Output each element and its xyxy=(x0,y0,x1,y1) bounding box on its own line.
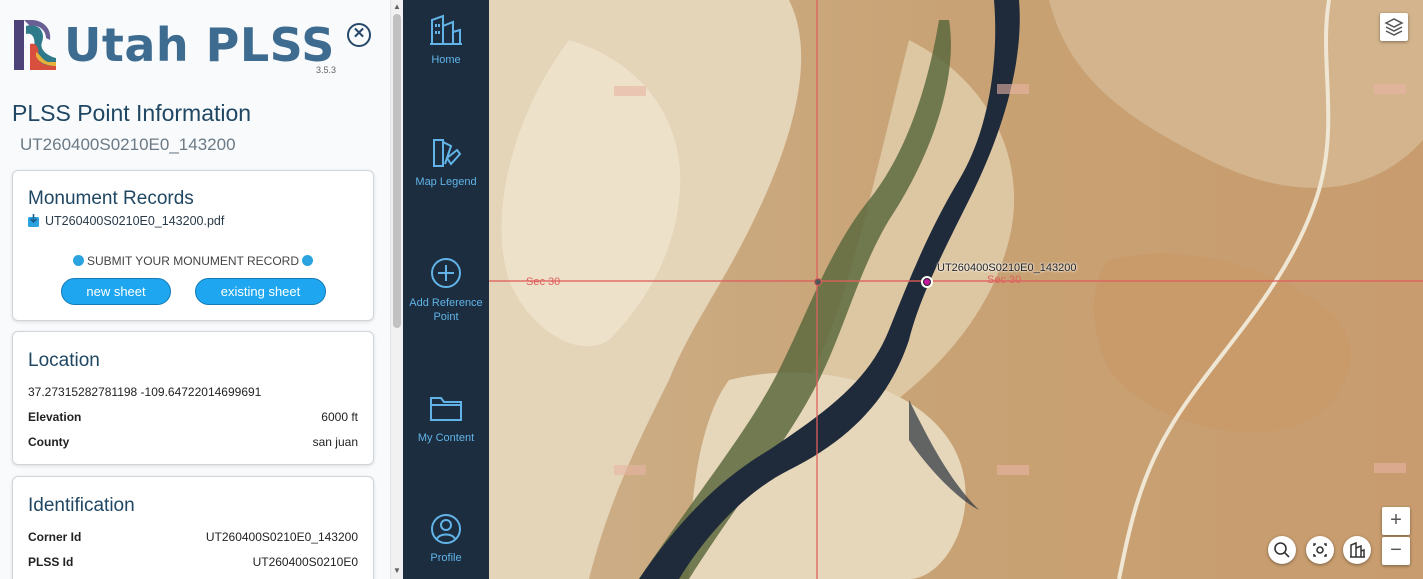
point-id: UT260400S0210E0_143200 xyxy=(20,135,236,154)
nav-my-content[interactable]: My Content xyxy=(403,392,489,444)
locate-button[interactable] xyxy=(1306,536,1334,564)
layers-icon xyxy=(1384,18,1404,36)
coordinates: 37.27315282781198 -109.64722014699691 xyxy=(28,385,358,399)
pdf-link[interactable]: UT260400S0210E0_143200.pdf xyxy=(28,214,224,228)
monument-records-title: Monument Records xyxy=(28,188,194,209)
pdf-filename: UT260400S0210E0_143200.pdf xyxy=(45,214,225,228)
add-circle-icon xyxy=(431,258,461,288)
plss-id-row: PLSS Id UT260400S0210E0 xyxy=(28,555,358,569)
nav-profile-label: Profile xyxy=(430,552,462,564)
close-panel-button[interactable]: ✕ xyxy=(347,23,371,47)
download-file-icon xyxy=(28,214,39,227)
user-icon xyxy=(431,514,461,544)
chevron-down-icon xyxy=(72,255,84,266)
nav-home-label: Home xyxy=(431,54,461,66)
nav-my-content-label: My Content xyxy=(417,432,475,444)
zoom-in-button[interactable]: + xyxy=(1382,507,1410,535)
satellite-imagery xyxy=(489,0,1423,579)
elevation-row: Elevation 6000 ft xyxy=(28,410,358,424)
nav-profile[interactable]: Profile xyxy=(403,512,489,564)
elevation-label: Elevation xyxy=(28,410,82,424)
plss-id-value: UT260400S0210E0 xyxy=(252,555,358,569)
location-card: Location 37.27315282781198 -109.64722014… xyxy=(12,331,374,465)
county-value: san juan xyxy=(312,435,358,449)
nav-add-reference-point[interactable]: Add Reference Point xyxy=(403,256,489,324)
search-button[interactable] xyxy=(1268,536,1296,564)
app-title: Utah PLSS xyxy=(64,18,335,72)
new-sheet-button[interactable]: new sheet xyxy=(61,278,171,305)
coordinates-value: 37.27315282781198 -109.64722014699691 xyxy=(28,385,262,399)
nav-home[interactable]: Home xyxy=(403,14,489,66)
panel-title: PLSS Point Information xyxy=(12,100,252,126)
location-title: Location xyxy=(28,350,100,371)
home-icon xyxy=(430,14,462,45)
home-icon xyxy=(1350,541,1365,558)
search-icon xyxy=(1274,542,1290,558)
county-row: County san juan xyxy=(28,435,358,449)
scrollbar-thumb[interactable] xyxy=(393,14,401,328)
county-label: County xyxy=(28,435,70,449)
identification-card: Identification Corner Id UT260400S0210E0… xyxy=(12,476,374,579)
panel-scrollbar[interactable]: ▲ ▼ xyxy=(390,0,403,579)
home-extent-button[interactable] xyxy=(1343,536,1371,564)
plus-icon: + xyxy=(1390,509,1402,531)
section-label-right: Sec 30 xyxy=(987,274,1022,286)
plss-id-label: PLSS Id xyxy=(28,555,74,569)
nav-add-reference-point-label: Add Reference Point xyxy=(409,297,483,323)
app-version: 3.5.3 xyxy=(316,65,337,75)
nav-map-legend-label: Map Legend xyxy=(415,176,477,188)
legend-icon xyxy=(433,139,462,167)
submit-record-label: SUBMIT YOUR MONUMENT RECORD xyxy=(13,254,373,268)
monument-records-card: Monument Records UT260400S0210E0_143200.… xyxy=(12,170,374,321)
corner-id-value: UT260400S0210E0_143200 xyxy=(205,530,358,544)
corner-id-row: Corner Id UT260400S0210E0_143200 xyxy=(28,530,358,544)
submit-record-text: SUBMIT YOUR MONUMENT RECORD xyxy=(86,254,299,268)
identification-title: Identification xyxy=(28,495,135,516)
layers-button[interactable] xyxy=(1380,13,1408,41)
nav-map-legend[interactable]: Map Legend xyxy=(403,136,489,188)
nav-rail: Home Map Legend Add Reference Point My C… xyxy=(403,0,489,579)
scroll-down-icon[interactable]: ▼ xyxy=(393,566,401,575)
utah-logo-icon xyxy=(14,20,56,70)
point-label: UT260400S0210E0_143200 xyxy=(937,262,1077,274)
locate-icon xyxy=(1313,543,1327,557)
folder-icon xyxy=(430,397,462,421)
zoom-out-button[interactable]: − xyxy=(1382,537,1410,565)
chevron-down-icon xyxy=(302,255,313,266)
scroll-up-icon[interactable]: ▲ xyxy=(393,2,401,11)
minus-icon: − xyxy=(1390,539,1402,561)
info-panel: Utah PLSS 3.5.3 ✕ PLSS Point Information… xyxy=(0,0,390,579)
section-label-left: Sec 30 xyxy=(526,276,561,288)
map-view[interactable]: UT260400S0210E0_143200 Sec 30 Sec 30 + − xyxy=(489,0,1423,579)
elevation-value: 6000 ft xyxy=(321,410,358,424)
corner-id-label: Corner Id xyxy=(28,530,82,544)
existing-sheet-button[interactable]: existing sheet xyxy=(195,278,326,305)
